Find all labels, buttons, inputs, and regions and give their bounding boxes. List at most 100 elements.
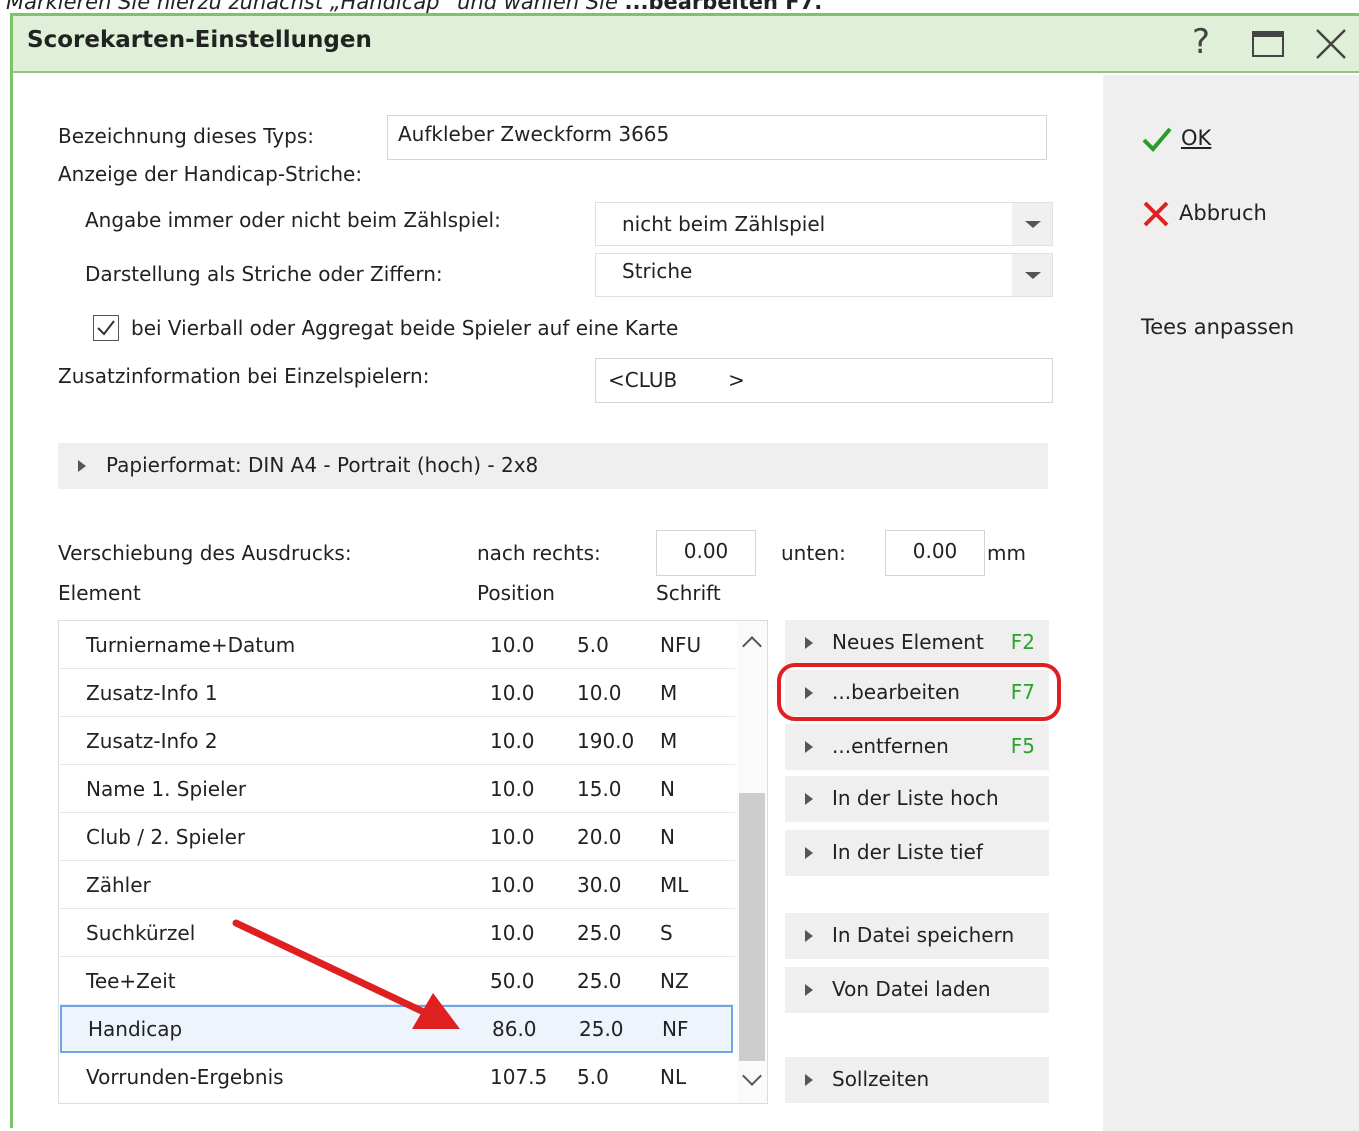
shift-label: Verschiebung des Ausdrucks:: [58, 541, 352, 565]
move-up-button[interactable]: In der Liste hoch: [785, 776, 1049, 822]
table-row[interactable]: Zähler 10.0 30.0 ML: [60, 861, 735, 909]
type-name-input[interactable]: Aufkleber Zweckform 3665: [387, 115, 1047, 160]
expand-triangle-icon: [805, 984, 813, 996]
cell-name: Vorrunden-Ergebnis: [86, 1065, 284, 1089]
ok-button[interactable]: OK: [1141, 124, 1211, 154]
chevron-down-icon[interactable]: [1012, 203, 1052, 245]
cell-font: M: [660, 681, 678, 705]
cell-y: 30.0: [577, 873, 622, 897]
cell-x: 10.0: [490, 729, 535, 753]
extra-info-input[interactable]: <CLUB >: [595, 358, 1053, 403]
help-icon[interactable]: ?: [1181, 24, 1221, 64]
type-label: Bezeichnung dieses Typs:: [58, 124, 314, 148]
always-select[interactable]: nicht beim Zählspiel: [595, 202, 1053, 246]
cell-x: 86.0: [492, 1017, 537, 1041]
cancel-button[interactable]: Abbruch: [1141, 199, 1267, 229]
hcp-strokes-label: Anzeige der Handicap-Striche:: [58, 162, 363, 186]
header-element: Element: [58, 581, 141, 605]
cell-y: 25.0: [577, 921, 622, 945]
always-label: Angabe immer oder nicht beim Zählspiel:: [85, 208, 501, 232]
table-row[interactable]: Name 1. Spieler 10.0 15.0 N: [60, 765, 735, 813]
fourball-label: bei Vierball oder Aggregat beide Spieler…: [131, 316, 679, 340]
action-shortcut: F5: [1010, 734, 1035, 758]
cell-font: NF: [662, 1017, 689, 1041]
load-from-file-button[interactable]: Von Datei laden: [785, 967, 1049, 1013]
expand-triangle-icon: [805, 1074, 813, 1086]
scroll-thumb[interactable]: [739, 793, 765, 1061]
cell-x: 50.0: [490, 969, 535, 993]
fourball-checkbox[interactable]: [93, 315, 119, 341]
instruction-caption: Markieren Sie hierzu zunächst „Handicap“…: [6, 0, 822, 14]
expand-triangle-icon: [805, 847, 813, 859]
table-row[interactable]: Club / 2. Spieler 10.0 20.0 N: [60, 813, 735, 861]
action-label: Von Datei laden: [832, 977, 991, 1001]
expand-triangle-icon: [805, 793, 813, 805]
annotation-arrow-icon: [232, 919, 460, 1029]
cross-icon: [1143, 201, 1169, 227]
cell-font: S: [660, 921, 673, 945]
close-icon[interactable]: [1311, 24, 1351, 64]
display-label: Darstellung als Striche oder Ziffern:: [85, 262, 443, 286]
table-row[interactable]: Zusatz-Info 2 10.0 190.0 M: [60, 717, 735, 765]
cell-name: Name 1. Spieler: [86, 777, 247, 801]
cell-font: M: [660, 729, 678, 753]
save-to-file-button[interactable]: In Datei speichern: [785, 913, 1049, 959]
new-element-button[interactable]: Neues Element F2: [785, 620, 1049, 666]
scroll-down-icon[interactable]: [742, 1066, 762, 1086]
down-label: unten:: [781, 541, 846, 565]
cell-x: 10.0: [490, 825, 535, 849]
cell-name: Tee+Zeit: [86, 969, 176, 993]
settings-dialog: Scorekarten-Einstellungen ? Bezeichnung …: [10, 13, 1359, 1131]
expand-triangle-icon: [805, 930, 813, 942]
cell-y: 15.0: [577, 777, 622, 801]
cell-name: Turniername+Datum: [86, 633, 296, 657]
table-row[interactable]: Turniername+Datum 10.0 5.0 NFU: [60, 621, 735, 669]
action-shortcut: F2: [1010, 630, 1035, 654]
header-font: Schrift: [656, 581, 721, 605]
cell-x: 10.0: [490, 681, 535, 705]
remove-button[interactable]: ...entfernen F5: [785, 724, 1049, 770]
shift-down-input[interactable]: 0.00: [885, 530, 985, 576]
cell-font: N: [660, 777, 675, 801]
cell-font: ML: [660, 873, 689, 897]
expand-triangle-icon: [805, 741, 813, 753]
action-label: In Datei speichern: [832, 923, 1015, 947]
action-label: In der Liste hoch: [832, 786, 999, 810]
chevron-down-icon[interactable]: [1012, 254, 1052, 296]
expand-triangle-icon: [805, 637, 813, 649]
cell-x: 10.0: [490, 777, 535, 801]
cell-x: 10.0: [490, 633, 535, 657]
action-label: In der Liste tief: [832, 840, 983, 864]
list-scrollbar[interactable]: [737, 621, 767, 1103]
cell-font: NFU: [660, 633, 702, 657]
shift-right-input[interactable]: 0.00: [656, 530, 756, 576]
table-row[interactable]: Vorrunden-Ergebnis 107.5 5.0 NL: [60, 1053, 735, 1101]
window-title: Scorekarten-Einstellungen: [27, 27, 372, 53]
paper-format-expander[interactable]: Papierformat: DIN A4 - Portrait (hoch) -…: [58, 443, 1048, 489]
action-label: Neues Element: [832, 630, 984, 654]
caption-bold: ...bearbeiten F7.: [624, 0, 823, 14]
cell-name: Zähler: [86, 873, 151, 897]
cell-y: 20.0: [577, 825, 622, 849]
cell-y: 25.0: [579, 1017, 624, 1041]
cell-y: 25.0: [577, 969, 622, 993]
tees-adjust-button[interactable]: Tees anpassen: [1141, 315, 1294, 339]
target-times-button[interactable]: Sollzeiten: [785, 1057, 1049, 1103]
highlight-box: [777, 663, 1061, 721]
title-bar: Scorekarten-Einstellungen ?: [13, 16, 1359, 73]
cell-name: Zusatz-Info 1: [86, 681, 218, 705]
display-select-value: Striche: [622, 259, 693, 283]
header-position: Position: [477, 581, 555, 605]
caption-text: Markieren Sie hierzu zunächst „Handicap“…: [6, 0, 625, 14]
cell-y: 5.0: [577, 1065, 609, 1089]
unit-label: mm: [987, 541, 1026, 565]
cell-y: 5.0: [577, 633, 609, 657]
maximize-icon[interactable]: [1249, 24, 1289, 64]
expand-triangle-icon: [78, 460, 86, 472]
always-select-value: nicht beim Zählspiel: [622, 212, 826, 236]
scroll-up-icon[interactable]: [742, 636, 762, 656]
move-down-button[interactable]: In der Liste tief: [785, 830, 1049, 876]
display-select[interactable]: Striche: [595, 253, 1053, 297]
cell-font: NZ: [660, 969, 689, 993]
table-row[interactable]: Zusatz-Info 1 10.0 10.0 M: [60, 669, 735, 717]
